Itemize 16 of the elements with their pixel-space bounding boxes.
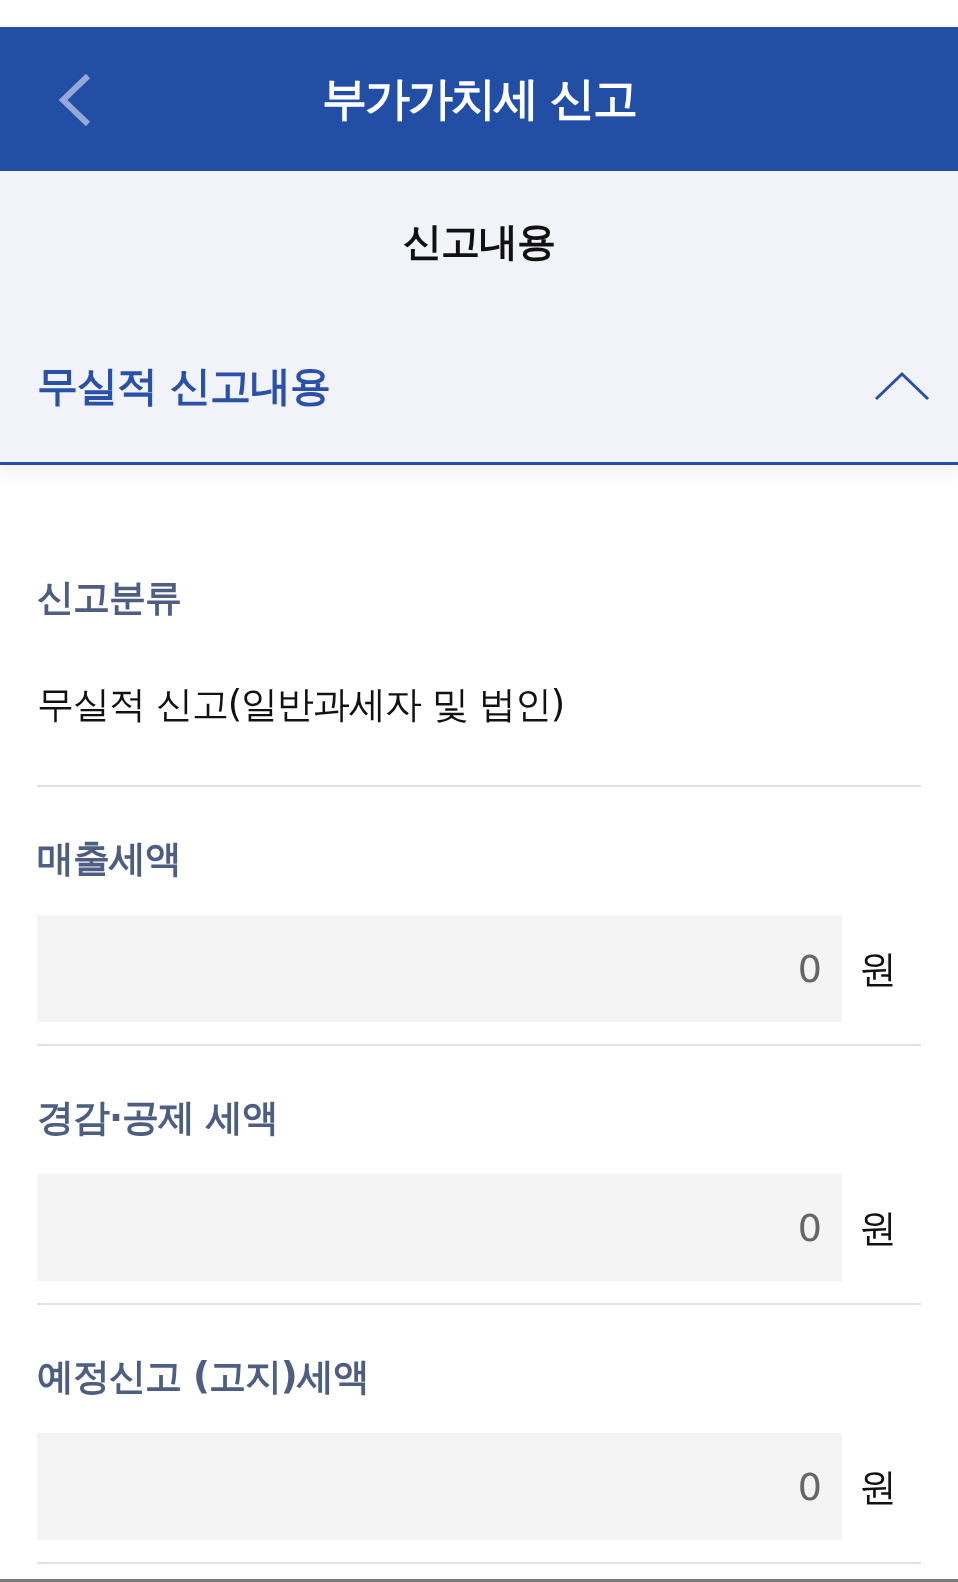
unit-label: 원: [859, 1204, 898, 1252]
amount-field[interactable]: 0: [37, 1433, 842, 1540]
field-label: 예정신고 (고지)세액: [37, 1354, 370, 1400]
unit-label: 원: [859, 945, 898, 993]
chevron-left-icon: [57, 73, 93, 127]
field-label: 신고분류: [37, 575, 182, 621]
field-label: 매출세액: [37, 836, 182, 882]
accordion-header[interactable]: 무실적 신고내용: [0, 331, 958, 441]
amount-field[interactable]: 0: [37, 915, 842, 1022]
chevron-up-icon: [874, 371, 930, 401]
section-title: 신고내용: [403, 218, 555, 266]
field-value: 무실적 신고(일반과세자 및 법인): [37, 682, 566, 728]
amount-field[interactable]: 0: [37, 1174, 842, 1281]
field-label: 경감·공제 세액: [37, 1095, 279, 1141]
unit-label: 원: [859, 1463, 898, 1511]
page-title: 부가가치세 신고: [321, 71, 637, 127]
